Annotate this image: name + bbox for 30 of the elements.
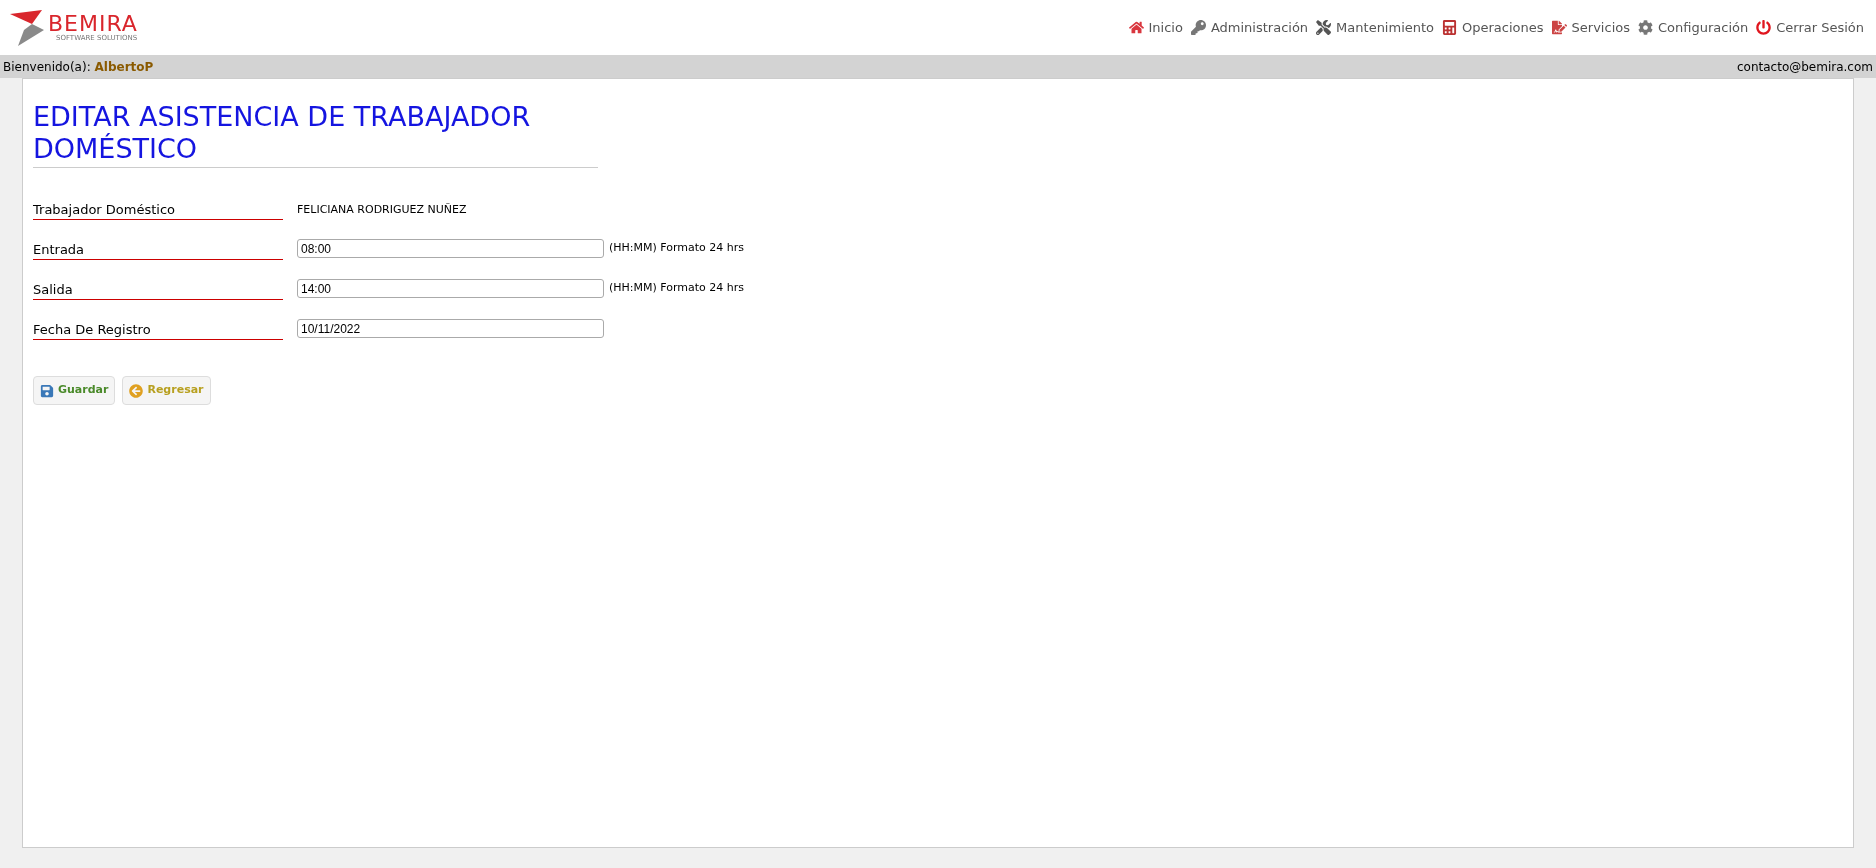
nav-link[interactable]: Operaciones (1442, 17, 1544, 38)
nav-link[interactable]: Administración (1190, 17, 1309, 38)
power-icon (1756, 20, 1772, 35)
nav-link[interactable]: Mantenimiento (1316, 17, 1435, 38)
page-title: EDITAR ASISTENCIA DE TRABAJADOR DOMÉSTICO (33, 101, 598, 168)
logo-icon (8, 7, 46, 48)
nav-link[interactable]: Inicio (1128, 17, 1183, 38)
nav-link[interactable]: Cerrar Sesión (1756, 17, 1864, 38)
welcome-text: Bienvenido(a): AlbertoP (3, 58, 154, 76)
format-hint: (HH:MM) Formato 24 hrs (609, 240, 745, 257)
home-icon (1128, 20, 1144, 35)
gear-icon (1637, 20, 1653, 35)
tools-icon (1316, 20, 1332, 35)
key-icon (1190, 20, 1206, 35)
field-value: FELICIANA RODRIGUEZ NUÑEZ (297, 201, 467, 218)
field-label: Entrada (33, 241, 283, 260)
nav-link[interactable]: Configuración (1637, 17, 1749, 38)
contact-email: contacto@bemira.com (1737, 58, 1873, 76)
back-arrow-icon (129, 383, 144, 398)
format-hint: (HH:MM) Formato 24 hrs (609, 280, 745, 297)
input-field[interactable]: 14:00 (297, 279, 604, 298)
input-field[interactable]: 10/11/2022 (297, 319, 604, 338)
input-field[interactable]: 08:00 (297, 239, 604, 258)
nav-link[interactable]: Servicios (1551, 17, 1630, 38)
save-button[interactable]: Guardar (33, 376, 116, 405)
document-icon (1551, 20, 1567, 35)
field-label: Fecha De Registro (33, 321, 283, 340)
calculator-icon (1442, 20, 1458, 35)
field-label: Salida (33, 281, 283, 300)
field-label: Trabajador Doméstico (33, 201, 283, 220)
